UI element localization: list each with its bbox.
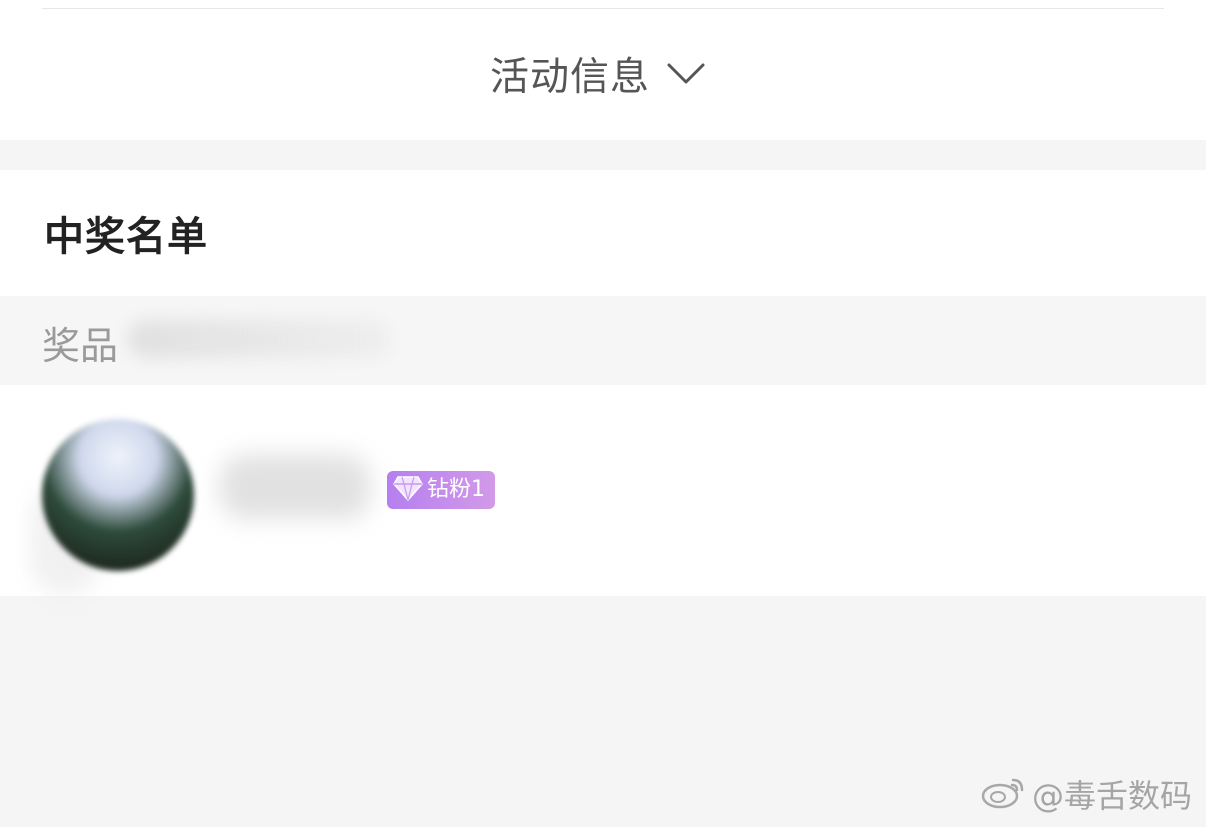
prize-row: 奖品 bbox=[0, 296, 1206, 385]
watermark-text: @毒舌数码 bbox=[1031, 777, 1192, 815]
diamond-icon bbox=[393, 475, 423, 505]
fan-level-badge: 钻粉1 bbox=[387, 471, 495, 509]
winners-header: 中奖名单 bbox=[0, 170, 1206, 296]
activity-section: 活动信息 bbox=[0, 0, 1206, 140]
chevron-down-icon bbox=[666, 61, 706, 87]
avatar[interactable] bbox=[42, 419, 194, 571]
divider bbox=[42, 8, 1164, 9]
fan-badge-label: 钻粉1 bbox=[427, 477, 485, 502]
weibo-logo-icon bbox=[980, 774, 1026, 814]
activity-info-toggle[interactable]: 活动信息 bbox=[490, 46, 706, 102]
watermark: @毒舌数码 bbox=[980, 771, 1192, 817]
winner-name-redacted bbox=[220, 455, 370, 519]
activity-info-label: 活动信息 bbox=[490, 55, 651, 100]
page: 活动信息 中奖名单 奖品 钻粉1 @毒舌数码 bbox=[0, 0, 1206, 827]
winners-title: 中奖名单 bbox=[44, 214, 208, 260]
prize-label: 奖品 bbox=[42, 324, 119, 368]
prize-name-redacted bbox=[128, 320, 390, 358]
winner-list-item[interactable]: 钻粉1 bbox=[0, 385, 1206, 596]
